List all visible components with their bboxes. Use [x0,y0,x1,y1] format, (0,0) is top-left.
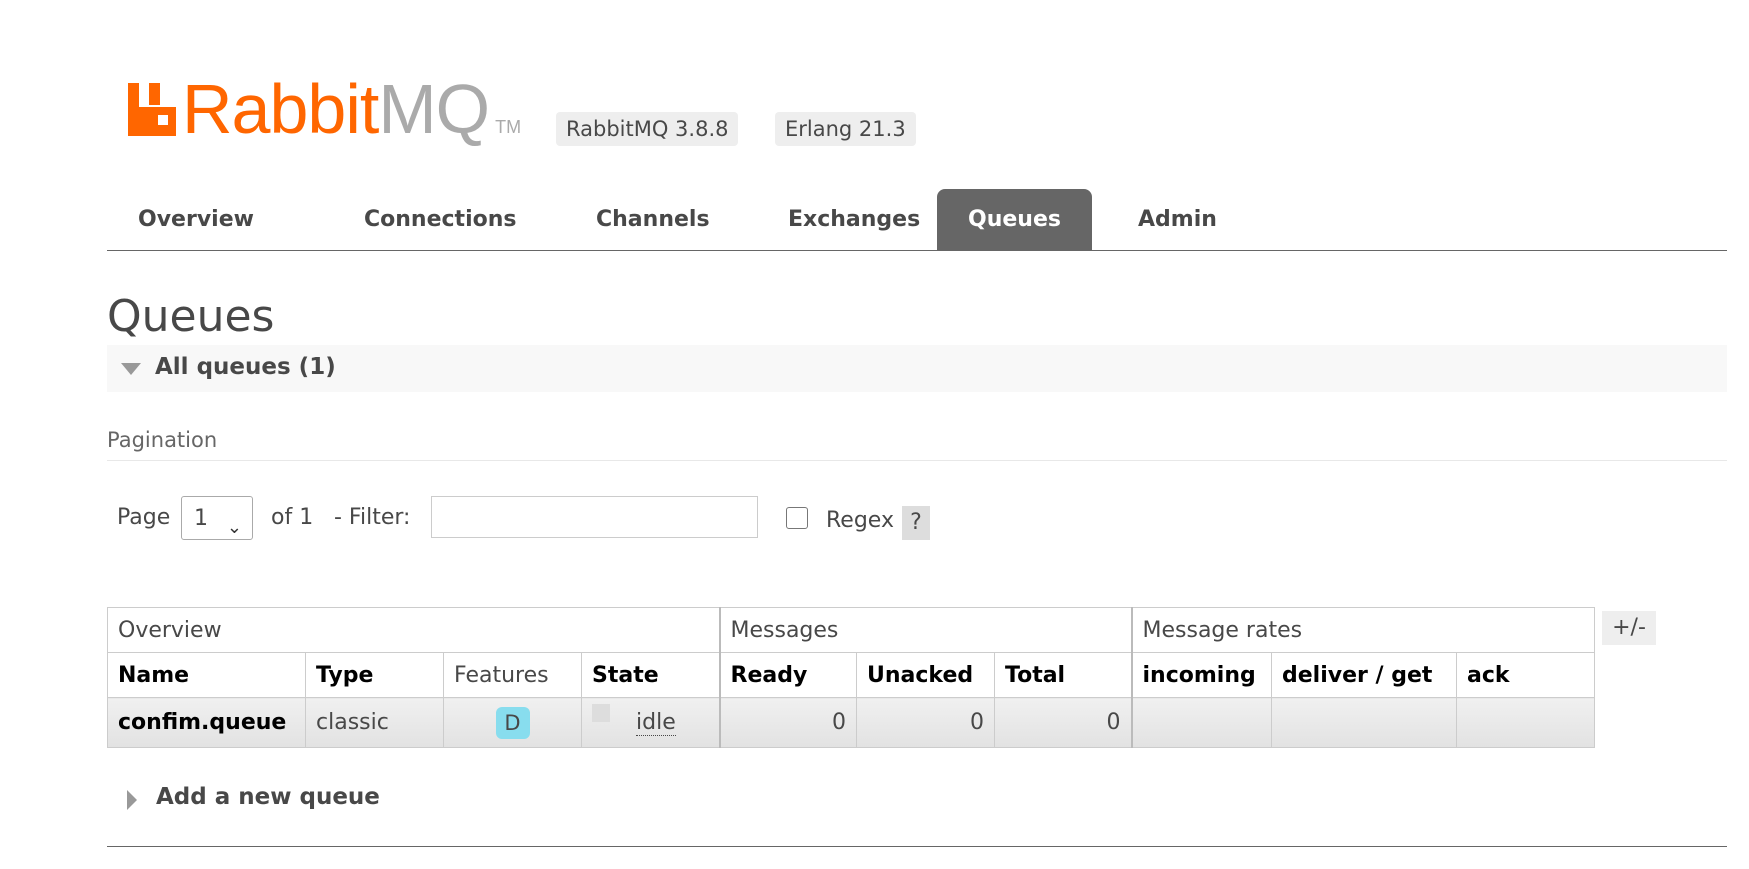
version-badge: RabbitMQ 3.8.8 [556,112,739,146]
col-name[interactable]: Name [107,652,306,698]
col-incoming[interactable]: incoming [1130,652,1272,698]
add-queue-label: Add a new queue [156,784,380,810]
divider [107,846,1727,847]
queue-features: D [443,697,582,748]
queue-ack-rate [1456,697,1595,748]
toggle-columns-button[interactable]: +/- [1602,611,1656,645]
divider [107,460,1727,461]
logo-text-rabbit: Rabbit [182,70,379,148]
queue-total: 0 [994,697,1132,748]
group-overview: Overview [107,607,720,653]
triangle-right-icon [127,790,137,810]
main-nav: Overview Connections Channels Exchanges … [107,189,1727,251]
table-group-header: Overview Messages Message rates [107,607,1595,653]
queue-type: classic [305,697,444,748]
queue-state: idle [581,697,720,748]
table-row[interactable]: confim.queue classic D idle 0 0 0 [107,697,1595,748]
tab-connections[interactable]: Connections [333,189,547,250]
regex-help-button[interactable]: ? [902,506,930,540]
col-deliver-get[interactable]: deliver / get [1271,652,1457,698]
triangle-down-icon [121,363,141,375]
page-label: Page [117,505,171,530]
tab-admin[interactable]: Admin [1107,189,1248,250]
col-unacked[interactable]: Unacked [856,652,995,698]
page-title: Queues [107,291,275,342]
col-ready[interactable]: Ready [718,652,857,698]
filter-label: - Filter: [334,505,411,530]
queue-deliver-get-rate [1271,697,1457,748]
queue-name-link[interactable]: confim.queue [107,697,306,748]
tab-queues[interactable]: Queues [937,189,1092,250]
group-message-rates: Message rates [1130,607,1595,653]
regex-checkbox[interactable] [786,507,808,529]
tab-exchanges[interactable]: Exchanges [757,189,951,250]
page-select-value: 1 [194,506,208,531]
erlang-version-badge: Erlang 21.3 [775,112,916,146]
pagination-label: Pagination [107,428,218,452]
rabbitmq-logo: Rabbit MQ TM [128,72,521,144]
group-messages: Messages [718,607,1132,653]
state-indicator-icon [592,704,610,722]
col-ack[interactable]: ack [1456,652,1595,698]
section-label: All queues (1) [155,354,336,380]
chevron-down-icon: ⌄ [226,517,242,538]
col-total[interactable]: Total [994,652,1132,698]
col-state[interactable]: State [581,652,720,698]
queues-table: Overview Messages Message rates Name Typ… [107,607,1595,748]
state-label: idle [636,710,676,736]
page-select[interactable]: 1 ⌄ [181,496,253,540]
col-features: Features [443,652,582,698]
queue-name[interactable]: confim.queue [118,710,286,735]
queue-ready: 0 [718,697,857,748]
rabbitmq-logo-icon [128,83,176,136]
all-queues-section-toggle[interactable]: All queues (1) [107,345,1727,392]
logo-text-mq: MQ [378,70,490,148]
queue-unacked: 0 [856,697,995,748]
tab-channels[interactable]: Channels [565,189,741,250]
of-pages-label: of 1 [271,505,314,530]
filter-input[interactable] [431,496,758,538]
durable-feature-badge: D [495,706,530,739]
tab-overview[interactable]: Overview [107,189,285,250]
regex-label: Regex [826,508,894,533]
queue-incoming-rate [1130,697,1272,748]
col-type[interactable]: Type [305,652,444,698]
logo-trademark: TM [495,117,522,137]
table-column-header: Name Type Features State Ready Unacked T… [107,652,1595,698]
